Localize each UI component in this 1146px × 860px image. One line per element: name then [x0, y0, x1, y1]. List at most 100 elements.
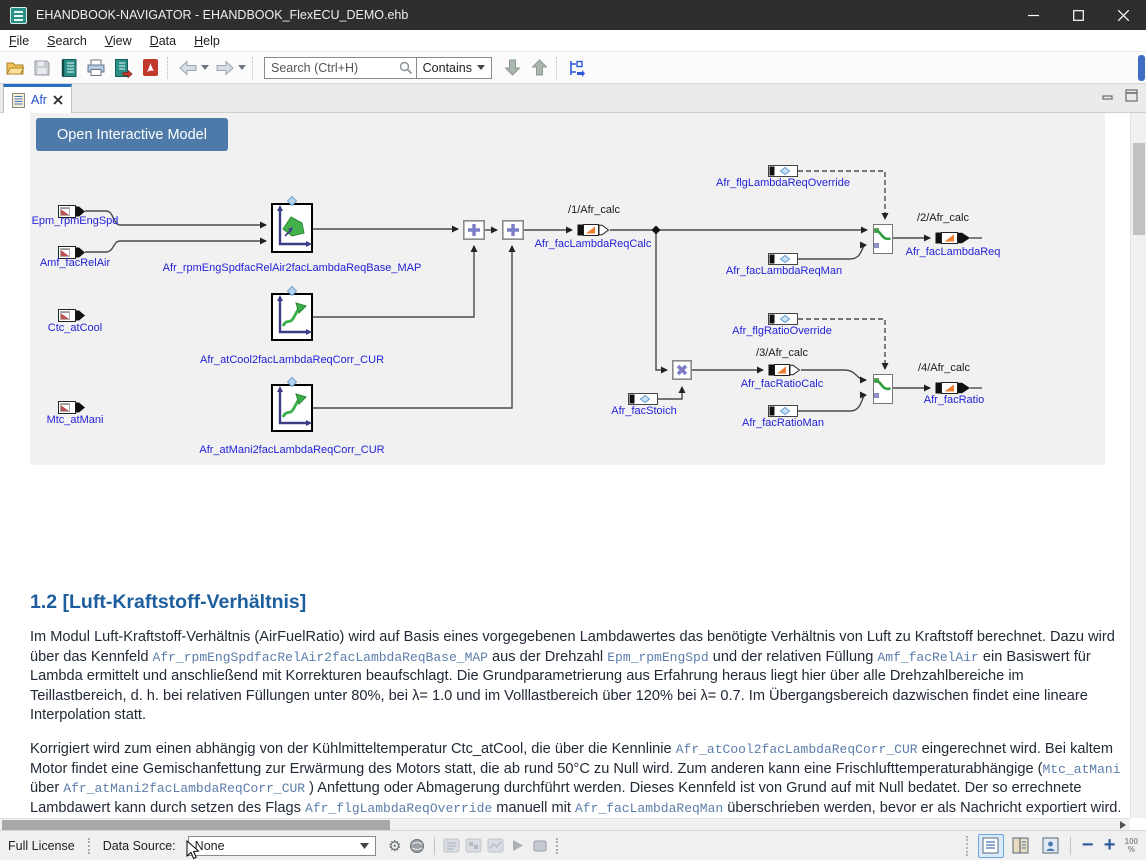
- signal-label[interactable]: Amf_facRelAir: [40, 257, 111, 269]
- curve-block-atmani[interactable]: [272, 378, 312, 432]
- tab-close-icon[interactable]: [53, 95, 63, 105]
- export-pdf-button[interactable]: [138, 56, 162, 80]
- signal-label[interactable]: Ctc_atCool: [48, 322, 102, 334]
- search-input[interactable]: [265, 58, 396, 78]
- split-view-icon: [1012, 837, 1029, 854]
- calibration-label[interactable]: Afr_facRatioMan: [742, 417, 824, 429]
- data-source-select[interactable]: None: [188, 836, 376, 856]
- measurement-window-button[interactable]: [441, 835, 463, 857]
- calibration-facratioman[interactable]: [769, 406, 798, 417]
- curve-label[interactable]: Afr_atMani2facLambdaReqCorr_CUR: [199, 444, 384, 456]
- license-status: Full License: [0, 839, 83, 853]
- scroll-right-arrow-icon[interactable]: [1120, 821, 1126, 829]
- minimize-icon: [1028, 10, 1039, 21]
- show-in-model-button[interactable]: [565, 56, 589, 80]
- save-button[interactable]: [30, 56, 54, 80]
- menu-view[interactable]: View: [96, 30, 141, 52]
- maximize-button[interactable]: [1056, 0, 1101, 30]
- calibration-lambdareqoverride[interactable]: [769, 166, 798, 177]
- calibration-label[interactable]: Afr_facStoich: [611, 405, 676, 417]
- output-port-faclambdareq[interactable]: [936, 233, 971, 244]
- split-view-button[interactable]: [1008, 834, 1034, 858]
- gear-icon: ⚙: [388, 837, 401, 855]
- back-history-dropdown[interactable]: [200, 56, 210, 80]
- adder-block-1[interactable]: [464, 221, 484, 239]
- horizontal-scrollbar[interactable]: [0, 818, 1130, 830]
- signal-flow-diagram: Epm_rpmEngSpd Amf_facRelAir Ctc_atCool M…: [30, 113, 1105, 465]
- input-port-ctc[interactable]: [59, 310, 86, 322]
- minimize-button[interactable]: [1011, 0, 1056, 30]
- calibration-window-button[interactable]: [463, 835, 485, 857]
- wire-junction: [652, 226, 661, 235]
- calibration-lambdareqman[interactable]: [769, 254, 798, 265]
- zoom-out-button[interactable]: −: [1077, 834, 1099, 857]
- calibration-label[interactable]: Afr_flgLambdaReqOverride: [716, 177, 850, 189]
- curve-block-atcool[interactable]: [272, 287, 312, 341]
- data-globe-button[interactable]: [406, 835, 428, 857]
- menu-search[interactable]: Search: [38, 30, 96, 52]
- data-settings-button[interactable]: ⚙: [384, 835, 406, 857]
- menu-data-rest: ata: [159, 34, 176, 48]
- match-mode-value: Contains: [423, 61, 472, 75]
- switch-block-lambda[interactable]: [874, 225, 893, 254]
- calibration-facstoich[interactable]: [629, 394, 658, 405]
- signal-label[interactable]: Mtc_atMani: [47, 414, 104, 426]
- find-previous-button[interactable]: [527, 56, 551, 80]
- vertical-scrollbar[interactable]: [1130, 113, 1146, 818]
- calibration-label[interactable]: Afr_flgRatioOverride: [732, 325, 832, 337]
- adder-block-2[interactable]: [503, 221, 523, 239]
- toolbar-overflow-handle[interactable]: [1138, 55, 1145, 81]
- zoom-in-button[interactable]: +: [1099, 834, 1121, 857]
- switch-block-ratio[interactable]: [874, 375, 893, 404]
- output-port-facratio[interactable]: [936, 383, 971, 394]
- signal-label[interactable]: Epm_rpmEngSpd: [32, 215, 119, 227]
- output-port-facratiocalc[interactable]: [769, 365, 800, 376]
- calibration-ratiooverride[interactable]: [769, 314, 798, 325]
- signal-label[interactable]: Afr_facRatioCalc: [741, 378, 824, 390]
- navigate-back-button[interactable]: [176, 56, 200, 80]
- forward-arrow-icon: [215, 60, 235, 76]
- stop-measurement-button[interactable]: [529, 835, 551, 857]
- export-book-button[interactable]: [111, 56, 135, 80]
- tab-afr[interactable]: Afr: [3, 84, 72, 113]
- menu-file[interactable]: File: [0, 30, 38, 52]
- forward-history-dropdown[interactable]: [237, 56, 247, 80]
- statusbar-separator: [434, 837, 435, 855]
- zoom-percent-symbol: %: [1128, 845, 1135, 854]
- stop-icon: [533, 840, 547, 852]
- menu-data[interactable]: Data: [141, 30, 185, 52]
- calibration-label[interactable]: Afr_facLambdaReqMan: [726, 265, 842, 277]
- single-page-view-button[interactable]: [978, 834, 1004, 858]
- navigate-forward-button[interactable]: [213, 56, 237, 80]
- multiply-block[interactable]: [673, 361, 691, 379]
- menu-file-accel: F: [9, 34, 17, 48]
- close-button[interactable]: [1101, 0, 1146, 30]
- presenter-view-button[interactable]: [1038, 834, 1064, 858]
- signal-label[interactable]: Afr_facLambdaReq: [906, 246, 1001, 258]
- statusbar-grip: [966, 836, 970, 856]
- print-button[interactable]: [84, 56, 108, 80]
- open-book-button[interactable]: [57, 56, 81, 80]
- zoom-reset-button[interactable]: 100 %: [1125, 838, 1138, 854]
- output-port-lambdareqcalc[interactable]: [578, 225, 609, 236]
- tab-label: Afr: [31, 93, 47, 107]
- map-label[interactable]: Afr_rpmEngSpdfacRelAir2facLambdaReqBase_…: [163, 262, 422, 274]
- tab-bar: Afr: [0, 84, 1146, 113]
- open-interactive-model-button[interactable]: Open Interactive Model: [36, 118, 228, 151]
- signal-label[interactable]: Afr_facRatio: [924, 394, 985, 406]
- experiment-window-button[interactable]: [485, 835, 507, 857]
- curve-label[interactable]: Afr_atCool2facLambdaReqCorr_CUR: [200, 354, 384, 366]
- menu-data-accel: D: [150, 34, 159, 48]
- find-next-button[interactable]: [500, 56, 524, 80]
- maximize-panel-icon[interactable]: [1125, 89, 1138, 102]
- menu-help[interactable]: Help: [185, 30, 229, 52]
- signal-label[interactable]: Afr_facLambdaReqCalc: [535, 238, 652, 250]
- minimize-panel-icon[interactable]: [1102, 89, 1115, 101]
- map-block[interactable]: [272, 197, 312, 253]
- vertical-scrollbar-thumb[interactable]: [1133, 143, 1145, 235]
- input-port-mtc[interactable]: [59, 402, 86, 414]
- open-file-button[interactable]: [3, 56, 27, 80]
- match-mode-dropdown[interactable]: Contains: [416, 57, 491, 79]
- start-measurement-button[interactable]: [507, 835, 529, 857]
- horizontal-scrollbar-thumb[interactable]: [2, 820, 390, 830]
